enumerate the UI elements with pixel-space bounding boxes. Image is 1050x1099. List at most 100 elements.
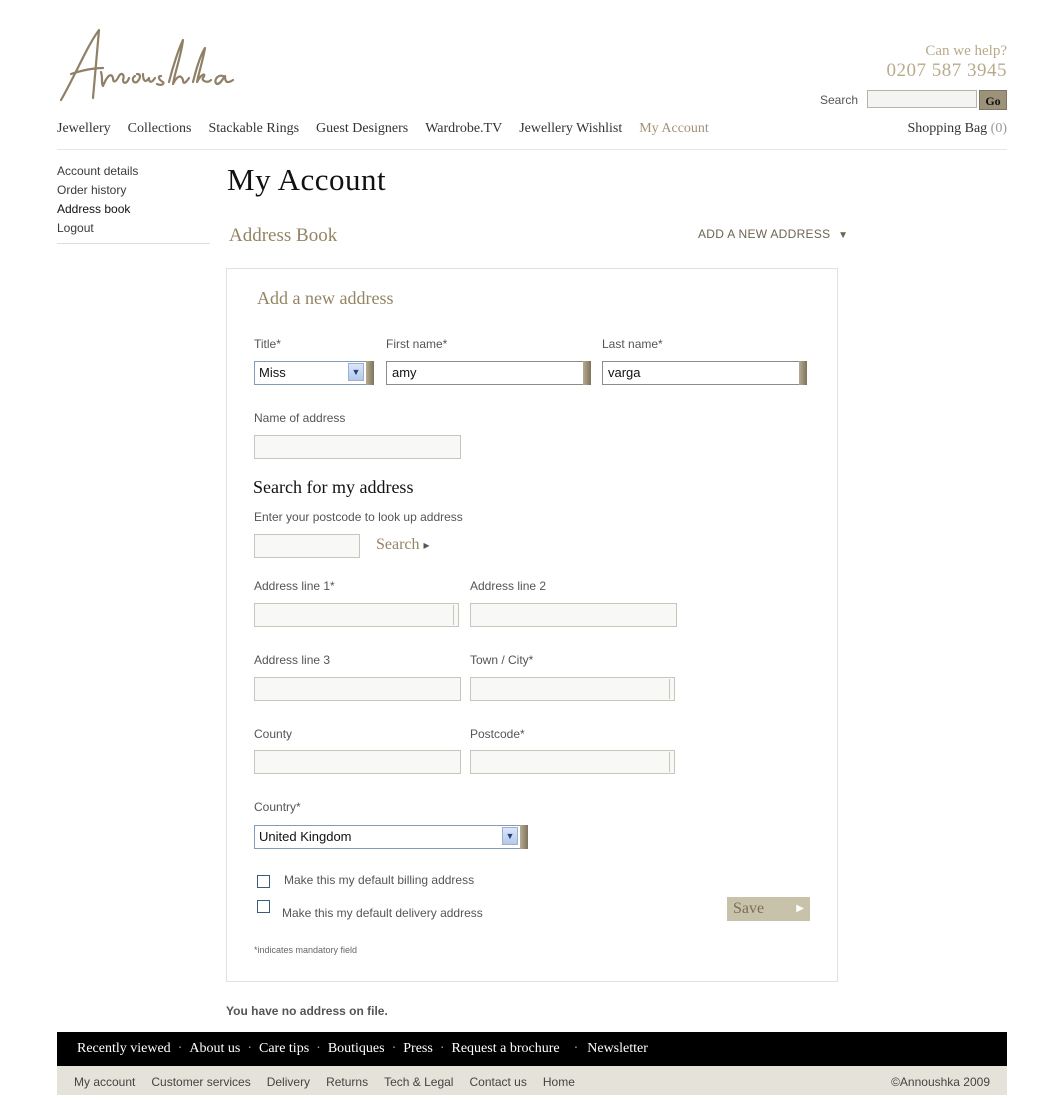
field-grip [669, 752, 670, 772]
first-name-label: First name* [386, 337, 448, 351]
footer-separator: · [247, 1041, 252, 1056]
search-label: Search [820, 93, 859, 107]
section-title: Address Book [229, 225, 338, 246]
add-address-heading: Add a new address [257, 288, 394, 308]
chevron-down-icon: ▼ [348, 363, 364, 381]
last-name-label: Last name* [602, 337, 663, 351]
field-grip [520, 825, 528, 849]
town-label: Town / City* [470, 653, 534, 667]
nav-item-my-account[interactable]: My Account [639, 121, 709, 137]
no-address-message: You have no address on file. [226, 1004, 388, 1018]
address-line3-field[interactable] [254, 677, 461, 701]
field-grip [453, 605, 454, 625]
first-name-value: amy [392, 365, 417, 380]
country-select[interactable]: United Kingdom ▼ [254, 825, 528, 849]
sidebar-divider [57, 243, 210, 244]
footer-separator: · [177, 1041, 183, 1056]
sidebar-item-address-book[interactable]: Address book [57, 200, 138, 219]
sidebar-item-order-history[interactable]: Order history [57, 181, 138, 200]
address-line2-field[interactable] [470, 603, 677, 627]
nav-item-wardrobe-tv[interactable]: Wardrobe.TV [425, 121, 502, 137]
county-field[interactable] [254, 750, 461, 774]
footer-link-newsletter[interactable]: Newsletter [587, 1032, 648, 1066]
help-contact: Can we help? 0207 587 3945 [887, 43, 1008, 82]
address-line1-label: Address line 1* [254, 579, 335, 593]
sidebar-item-account-details[interactable]: Account details [57, 162, 138, 181]
arrow-right-icon: ▸ [423, 538, 430, 552]
field-grip [366, 361, 374, 385]
footer-link-care-tips[interactable]: Care tips [259, 1032, 309, 1066]
footer-link-my-account[interactable]: My account [74, 1066, 135, 1099]
footer-separator: · [573, 1041, 579, 1056]
help-question: Can we help? [925, 43, 1007, 59]
footer-link-delivery[interactable]: Delivery [267, 1066, 310, 1099]
field-grip [669, 679, 670, 699]
footer-separator: · [316, 1041, 321, 1056]
search-input[interactable] [867, 90, 977, 108]
header-divider [57, 149, 1007, 150]
last-name-field[interactable]: varga [602, 361, 807, 385]
town-field[interactable] [470, 677, 675, 701]
country-select-value: United Kingdom [254, 825, 527, 849]
footer-link-press[interactable]: Press [403, 1032, 433, 1066]
footer-link-boutiques[interactable]: Boutiques [328, 1032, 385, 1066]
footer-link-home[interactable]: Home [543, 1066, 575, 1099]
postcode-label: Postcode* [470, 727, 525, 741]
default-delivery-checkbox[interactable] [257, 900, 270, 913]
add-new-address-link[interactable]: ADD A NEW ADDRESS ▼ [698, 227, 848, 241]
postcode-lookup-input[interactable] [254, 534, 360, 558]
country-label: Country* [254, 800, 301, 814]
address-name-field[interactable] [254, 435, 461, 459]
first-name-field[interactable]: amy [386, 361, 591, 385]
logo-signature-icon [59, 28, 235, 102]
save-button[interactable]: Save ▶ [727, 897, 810, 921]
play-arrow-icon: ▶ [796, 903, 804, 914]
annoushka-logo[interactable] [57, 26, 237, 106]
save-label: Save [733, 900, 765, 917]
field-grip [583, 361, 591, 385]
footer-link-customer-services[interactable]: Customer services [151, 1066, 250, 1099]
help-phone: 0207 587 3945 [886, 60, 1007, 81]
postcode-field[interactable] [470, 750, 675, 774]
chevron-down-icon: ▼ [838, 230, 849, 241]
footer-separator: · [391, 1041, 397, 1056]
nav-item-collections[interactable]: Collections [128, 121, 192, 137]
shopping-bag-link[interactable]: Shopping Bag (0) [907, 121, 1007, 137]
nav-item-jewellery[interactable]: Jewellery [57, 121, 111, 137]
county-label: County [254, 727, 293, 741]
footer-secondary: My account Customer services Delivery Re… [57, 1066, 1007, 1095]
account-sidebar: Account details Order history Address bo… [57, 162, 138, 238]
lookup-hint: Enter your postcode to look up address [254, 510, 463, 524]
default-delivery-label: Make this my default delivery address [282, 906, 483, 920]
shopping-bag-label: Shopping Bag [907, 121, 988, 136]
main-nav: Jewellery Collections Stackable Rings Gu… [57, 121, 726, 137]
sidebar-item-logout[interactable]: Logout [57, 219, 138, 238]
footer-link-contact-us[interactable]: Contact us [469, 1066, 526, 1099]
footer-link-about-us[interactable]: About us [189, 1032, 240, 1066]
address-name-label: Name of address [254, 411, 346, 425]
last-name-value: varga [608, 365, 641, 380]
field-grip [799, 361, 807, 385]
title-select[interactable]: Miss ▼ [254, 361, 374, 385]
address-line3-label: Address line 3 [254, 653, 331, 667]
shopping-bag-count: (0) [990, 121, 1007, 136]
page-title: My Account [227, 162, 387, 197]
nav-item-jewellery-wishlist[interactable]: Jewellery Wishlist [519, 121, 622, 137]
footer-link-recently-viewed[interactable]: Recently viewed [77, 1032, 171, 1066]
add-new-address-label: ADD A NEW ADDRESS [698, 227, 831, 241]
mandatory-note: *indicates mandatory field [254, 945, 358, 955]
search-go-button[interactable]: Go [979, 90, 1007, 110]
footer-separator: · [439, 1041, 445, 1056]
postcode-search-button[interactable]: Search ▸ [376, 536, 430, 554]
address-line1-field[interactable] [254, 603, 459, 627]
postcode-search-label: Search [376, 536, 420, 553]
lookup-heading: Search for my address [253, 477, 414, 497]
nav-item-stackable-rings[interactable]: Stackable Rings [208, 121, 299, 137]
footer-link-tech-legal[interactable]: Tech & Legal [384, 1066, 453, 1099]
nav-item-guest-designers[interactable]: Guest Designers [316, 121, 408, 137]
default-billing-checkbox[interactable] [257, 875, 270, 888]
footer-primary: Recently viewed · About us · Care tips ·… [57, 1032, 1007, 1066]
footer-link-returns[interactable]: Returns [326, 1066, 368, 1099]
address-line2-label: Address line 2 [470, 579, 547, 593]
footer-link-request-brochure[interactable]: Request a brochure [452, 1032, 560, 1066]
